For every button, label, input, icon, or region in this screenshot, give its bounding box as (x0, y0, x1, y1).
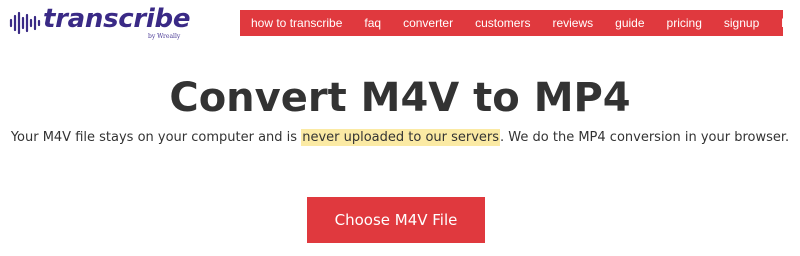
nav-signup[interactable]: signup (724, 10, 759, 36)
nav-pricing[interactable]: pricing (667, 10, 702, 36)
brand-byline: by Wreally (148, 33, 181, 40)
audio-waveform-icon (9, 11, 41, 35)
title-prefix: Convert (169, 75, 361, 121)
title-target-format: MP4 (533, 75, 631, 121)
nav-customers[interactable]: customers (475, 10, 530, 36)
subtitle-end: . We do the MP4 conversion in your brows… (500, 130, 790, 145)
choose-file-button[interactable]: Choose M4V File (307, 197, 485, 243)
subtitle-start: Your M4V file stays on your computer and… (10, 130, 302, 145)
title-source-format: M4V (360, 75, 460, 121)
brand-name: transcribe (43, 4, 191, 34)
nav-converter[interactable]: converter (403, 10, 453, 36)
page-title: Convert M4V to MP4 (0, 72, 800, 124)
brand-logo[interactable]: transcribe by Wreally (9, 4, 190, 44)
top-navigation: how to transcribe faq converter customer… (240, 10, 800, 36)
subtitle-highlight: never uploaded to our servers (301, 129, 501, 146)
nav-login[interactable]: login (781, 10, 800, 36)
title-connector: to (459, 75, 534, 121)
page-subtitle: Your M4V file stays on your computer and… (0, 128, 800, 148)
nav-guide[interactable]: guide (615, 10, 644, 36)
nav-faq[interactable]: faq (364, 10, 381, 36)
nav-how-to-transcribe[interactable]: how to transcribe (251, 10, 342, 36)
nav-reviews[interactable]: reviews (552, 10, 593, 36)
